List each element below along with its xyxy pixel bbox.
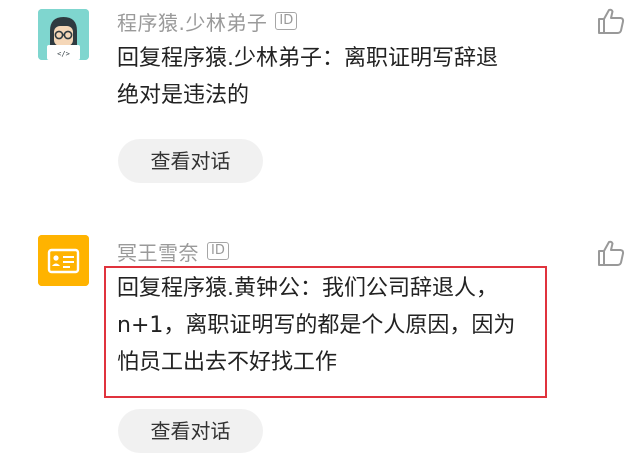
like-button[interactable] <box>596 6 626 36</box>
comment-text-line: 怕员工出去不好找工作 <box>117 350 338 375</box>
comment-text: 回复程序猿.黄钟公：我们公司辞退人， n+1，离职证明写的都是个人原因，因为 怕… <box>117 270 547 381</box>
id-card-avatar-icon <box>38 235 89 286</box>
avatar[interactable] <box>38 235 89 286</box>
comment-text-line: n+1，离职证明写的都是个人原因，因为 <box>117 313 516 338</box>
view-conversation-button[interactable]: 查看对话 <box>118 139 263 183</box>
comment-text-line: 绝对是违法的 <box>117 83 250 108</box>
svg-text:</>: </> <box>57 50 70 58</box>
id-badge: ID <box>207 242 229 260</box>
comment-text-line: 回复程序猿.黄钟公：我们公司辞退人， <box>117 276 498 301</box>
id-badge: ID <box>275 12 298 30</box>
coder-avatar-icon: </> <box>38 9 89 60</box>
view-conversation-button[interactable]: 查看对话 <box>118 409 263 453</box>
comment-item: </> 程序猿.少林弟子 ID 回复程序猿.少林弟子：离职证明写辞退 绝对是违法… <box>0 0 641 215</box>
author-row: 冥王雪奈 ID <box>117 237 229 266</box>
comment-text-line: 回复程序猿.少林弟子：离职证明写辞退 <box>117 46 498 71</box>
author-name[interactable]: 程序猿.少林弟子 <box>117 7 267 36</box>
like-button[interactable] <box>596 238 626 268</box>
author-row: 程序猿.少林弟子 ID <box>117 7 298 36</box>
author-name[interactable]: 冥王雪奈 <box>117 237 199 266</box>
thumbs-up-icon <box>598 240 625 266</box>
comment-item: 冥王雪奈 ID 回复程序猿.黄钟公：我们公司辞退人， n+1，离职证明写的都是个… <box>0 225 641 453</box>
thumbs-up-icon <box>598 8 625 34</box>
comment-text: 回复程序猿.少林弟子：离职证明写辞退 绝对是违法的 <box>117 40 547 114</box>
avatar[interactable]: </> <box>38 9 89 60</box>
